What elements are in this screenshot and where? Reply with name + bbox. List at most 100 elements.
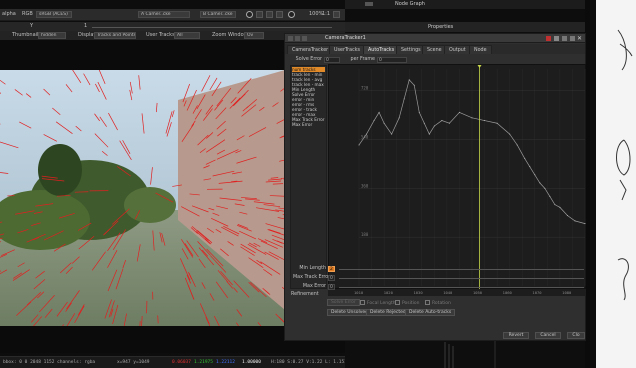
properties-header: Properties — [345, 22, 585, 32]
overlay-icon[interactable] — [266, 11, 273, 18]
curve-point — [559, 206, 561, 208]
cursor-coords: x=947 y=1049 — [117, 360, 150, 365]
curve-point — [529, 166, 531, 168]
per-frame-field[interactable]: 0 — [377, 57, 407, 63]
graph-x-axis: 1010 1020 1030 1040 1050 1060 1070 1080 — [328, 289, 586, 296]
gain-value[interactable]: 1 — [84, 23, 87, 29]
curve-point — [378, 111, 380, 113]
x-tick-label: 1030 — [413, 290, 423, 295]
solve-error-label: Solve Error — [295, 57, 322, 62]
input-a-dropdown[interactable]: A Camer..cke — [138, 11, 190, 18]
tab-output[interactable]: Output — [444, 45, 471, 54]
panel-title-bar: CameraTracker1 ✕ — [285, 34, 585, 43]
center-icon[interactable] — [302, 36, 307, 41]
curve-point — [441, 120, 443, 122]
curve-point — [554, 204, 556, 206]
viewer-toolbar-top: alpha RGB sRGB (ACES) A Camer..cke B Cam… — [0, 9, 345, 21]
curve-point — [448, 122, 450, 124]
properties-tabs: CameraTracker UserTracks AutoTracks Sett… — [285, 44, 585, 54]
x-tick-label: 1020 — [383, 290, 393, 295]
close-button[interactable]: Clo — [567, 332, 585, 339]
curve-point — [566, 214, 568, 216]
focal-length-checkbox[interactable]: Focal Length — [360, 300, 396, 306]
tab-usertracks[interactable]: UserTracks — [329, 45, 365, 54]
revert-button[interactable]: Revert — [503, 332, 529, 339]
per-frame-label: per Frame — [350, 57, 375, 62]
curve-point — [574, 220, 576, 222]
viewer-image[interactable] — [0, 70, 285, 326]
max-error-slider[interactable] — [339, 287, 584, 288]
x-tick-label: 1070 — [532, 290, 542, 295]
curve-list-item[interactable]: Max Error — [292, 122, 312, 127]
tab-autotracks[interactable]: AutoTracks — [363, 45, 400, 54]
delete-autotracks-button[interactable]: Delete Auto-tracks — [405, 309, 456, 316]
curve-point — [366, 133, 368, 135]
display-dropdown[interactable]: Tracks and Points — [94, 32, 136, 39]
hsv-value: H:180 S:0.27 V:1.22 L: 1.1512 — [271, 360, 350, 365]
gain-slider[interactable] — [92, 27, 332, 28]
curve-point — [516, 144, 518, 146]
properties-label: Properties — [428, 24, 454, 30]
delete-rejected-button[interactable]: Delete Rejected — [366, 309, 410, 316]
zoom-window-dropdown[interactable]: Ov — [244, 32, 264, 39]
whiteboard-sketch — [616, 29, 633, 301]
curve-point — [549, 195, 551, 197]
curve-point — [423, 122, 425, 124]
camera-tracker-panel: CameraTracker1 ✕ CameraTracker UserTrack… — [284, 33, 586, 341]
curve-point — [433, 125, 435, 127]
max-track-error-label: Max Track Error — [293, 275, 331, 280]
node-graph-tab[interactable]: Node Graph — [345, 0, 585, 9]
record-icon[interactable] — [246, 11, 253, 18]
proxy-level[interactable]: 1:1 — [322, 11, 330, 17]
curve-point — [524, 158, 526, 160]
min-length-field[interactable]: 2 — [328, 266, 335, 272]
curve-point — [391, 133, 393, 135]
float-icon[interactable] — [295, 36, 300, 41]
max-error-field[interactable]: 0 — [328, 284, 335, 290]
pause-icon[interactable] — [288, 11, 295, 18]
tab-scene[interactable]: Scene — [422, 45, 447, 54]
color-swatch-icon[interactable] — [546, 36, 551, 41]
close-icon[interactable]: ✕ — [577, 35, 582, 42]
x-tick-label: 1060 — [502, 290, 512, 295]
curve-graph[interactable]: 180 360 540 720 — [328, 64, 586, 290]
position-checkbox[interactable]: Position — [395, 300, 420, 306]
rgb-selector[interactable]: RGB — [22, 11, 33, 17]
node-graph-label: Node Graph — [395, 1, 425, 7]
y-tick-label: 180 — [361, 232, 369, 237]
rotation-checkbox[interactable]: Rotation — [425, 300, 451, 306]
channel-selector[interactable]: alpha — [2, 11, 16, 17]
refine-solve-button[interactable]: Solve Error — [327, 299, 360, 306]
max-track-error-field[interactable]: 0 — [328, 275, 335, 281]
curve-point — [358, 144, 360, 146]
curve-point — [471, 117, 473, 119]
max-track-error-slider[interactable] — [339, 278, 584, 279]
revert-icon[interactable] — [562, 36, 567, 41]
lock-icon[interactable] — [256, 11, 263, 18]
float-panel-icon[interactable] — [570, 36, 575, 41]
input-b-dropdown[interactable]: B Camer..cke — [200, 11, 236, 18]
curve-point — [398, 117, 400, 119]
solve-error-field[interactable]: 0 — [324, 57, 340, 63]
curve-point — [418, 111, 420, 113]
colorspace-dropdown[interactable]: sRGB (ACES) — [36, 11, 72, 18]
refresh-icon[interactable] — [276, 11, 283, 18]
max-error-label: Max Error — [302, 284, 326, 289]
tab-node[interactable]: Node — [469, 45, 492, 54]
cancel-button[interactable]: Cancel — [535, 332, 561, 339]
tab-cameratracker[interactable]: CameraTracker — [287, 45, 334, 54]
y-tick-label: 360 — [361, 183, 369, 188]
curve-point — [544, 187, 546, 189]
tab-handle-icon — [365, 2, 373, 6]
curve-point — [496, 122, 498, 124]
thumbnails-dropdown[interactable]: hidden — [38, 32, 66, 39]
bbox-info: bbox: 0 0 2048 1152 channels: rgba — [3, 360, 96, 365]
help-icon[interactable] — [554, 36, 559, 41]
min-length-slider[interactable] — [339, 269, 584, 270]
viewer-statusbar: bbox: 0 0 2048 1152 channels: rgba x=947… — [0, 356, 350, 368]
user-tracks-dropdown[interactable]: All — [174, 32, 200, 39]
min-length-label: Min Length — [299, 266, 326, 271]
collapse-icon[interactable] — [288, 36, 293, 41]
roi-icon[interactable] — [333, 11, 340, 18]
node-name[interactable]: CameraTracker1 — [325, 35, 366, 41]
